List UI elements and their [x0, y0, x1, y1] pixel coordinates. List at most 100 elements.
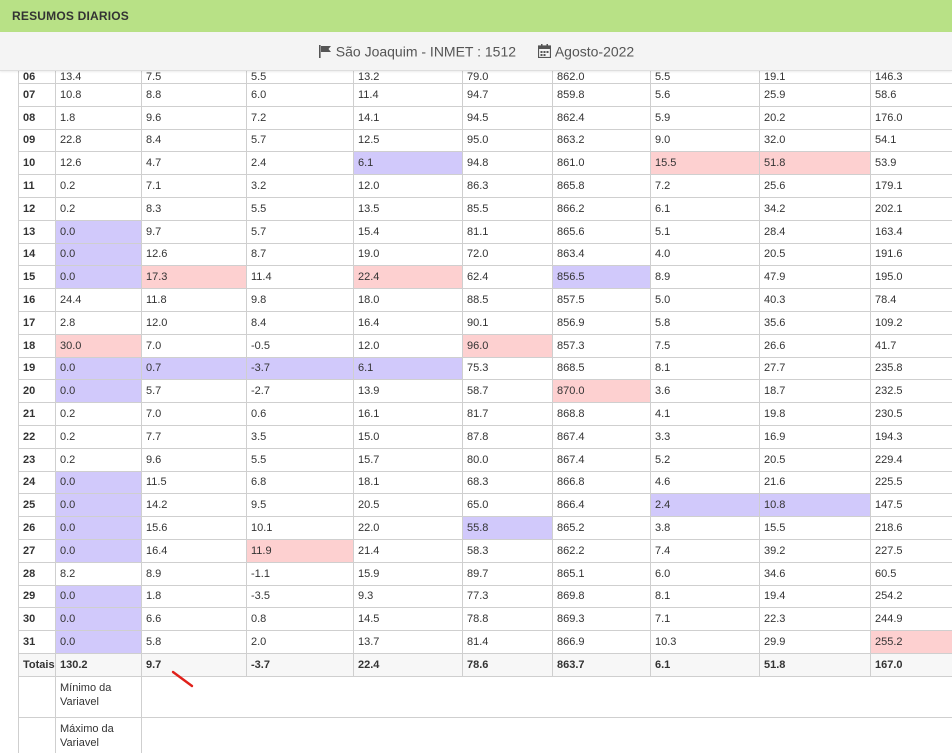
table-cell: 2.4	[650, 493, 760, 518]
table-cell: 869.8	[552, 584, 651, 609]
day-cell: 15	[18, 265, 56, 290]
day-cell: 26	[18, 516, 56, 540]
table-cell: 40.3	[759, 288, 871, 312]
day-cell: 21	[18, 402, 56, 426]
table-row: 29 0.0 1.8 -3.5 9.3 77.3 869.8 8.1 19.4 254.2	[18, 584, 952, 609]
table-cell: 4.7	[141, 151, 247, 176]
table-cell: 10.8	[759, 493, 871, 518]
day-cell: 16	[18, 288, 56, 312]
table-row: 22 0.2 7.7 3.5 15.0 87.8 867.4 3.3 16.9 194.3	[18, 424, 952, 449]
table-cell: 5.6	[650, 83, 760, 107]
day-cell: 09	[18, 128, 56, 153]
table-cell: 81.4	[462, 630, 553, 654]
table-cell: 16.4	[353, 310, 463, 335]
table-cell: 191.6	[870, 242, 952, 267]
table-cell: 60.5	[870, 561, 952, 586]
table-cell: 0.0	[55, 242, 142, 267]
totals-cell: 51.8	[759, 652, 871, 677]
table-cell: 28.4	[759, 219, 871, 244]
table-cell: 12.0	[353, 333, 463, 358]
totals-cell: 167.0	[870, 652, 952, 677]
table-cell: 11.5	[141, 470, 247, 495]
legend-label: Máximo da Variavel	[55, 716, 142, 753]
table-row: 09 22.8 8.4 5.7 12.5 95.0 863.2 9.0 32.0 54.1	[18, 128, 952, 153]
legend-spacer	[141, 716, 952, 753]
table-cell: 18.7	[759, 379, 871, 404]
day-cell: 11	[18, 174, 56, 198]
table-cell: 2.8	[55, 310, 142, 335]
day-cell: 19	[18, 356, 56, 381]
table-cell: 96.0	[462, 333, 553, 358]
table-cell: 5.0	[650, 288, 760, 312]
day-cell: 27	[18, 538, 56, 563]
table-cell: 15.4	[353, 219, 463, 244]
table-cell: 862.2	[552, 538, 651, 563]
table-row: 20 0.0 5.7 -2.7 13.9 58.7 870.0 3.6 18.7 232.5	[18, 379, 952, 404]
table-cell: 19.0	[353, 242, 463, 267]
table-cell: 30.0	[55, 333, 142, 358]
calendar-icon	[537, 44, 551, 59]
station-header: São Joaquim - INMET : 1512 Agosto-2022	[0, 32, 952, 71]
table-row: 28 8.2 8.9 -1.1 15.9 89.7 865.1 6.0 34.6 60.5	[18, 561, 952, 586]
page-title: RESUMOS DIARIOS	[12, 9, 130, 23]
table-cell: 9.8	[246, 288, 354, 312]
table-cell: 202.1	[870, 196, 952, 221]
table-cell: 2.0	[246, 630, 354, 654]
table-row: 31 0.0 5.8 2.0 13.7 81.4 866.9 10.3 29.9 255.2	[18, 630, 952, 654]
table-cell: 0.0	[55, 356, 142, 381]
table-cell: 13.5	[353, 196, 463, 221]
table-cell: 34.2	[759, 196, 871, 221]
table-cell: 26.6	[759, 333, 871, 358]
table-cell: 147.5	[870, 493, 952, 518]
table-cell: 0.6	[246, 402, 354, 426]
table-cell: 0.0	[55, 379, 142, 404]
table-row: 27 0.0 16.4 11.9 21.4 58.3 862.2 7.4 39.2 227.5	[18, 538, 952, 563]
table-row: 11 0.2 7.1 3.2 12.0 86.3 865.8 7.2 25.6 179.1	[18, 174, 952, 198]
table-cell: 244.9	[870, 607, 952, 632]
table-cell: 7.2	[246, 105, 354, 130]
table-cell: 16.9	[759, 424, 871, 449]
table-cell: 10.8	[55, 83, 142, 107]
flag-icon	[318, 44, 331, 58]
table-cell: 0.0	[55, 630, 142, 654]
table-cell: 78.4	[870, 288, 952, 312]
table-cell: -0.5	[246, 333, 354, 358]
table-cell: 3.8	[650, 516, 760, 540]
table-cell: 81.7	[462, 402, 553, 426]
table-cell: 7.1	[650, 607, 760, 632]
table-row: 26 0.0 15.6 10.1 22.0 55.8 865.2 3.8 15.5 218.6	[18, 516, 952, 540]
table-cell: 857.5	[552, 288, 651, 312]
legend-spacer	[141, 675, 952, 718]
table-cell: 8.7	[246, 242, 354, 267]
table-row: 23 0.2 9.6 5.5 15.7 80.0 867.4 5.2 20.5 229.4	[18, 447, 952, 472]
table-cell: 0.2	[55, 402, 142, 426]
table-cell: 65.0	[462, 493, 553, 518]
table-cell: 0.0	[55, 470, 142, 495]
table-cell: 7.1	[141, 174, 247, 198]
table-cell: 13.9	[353, 379, 463, 404]
table-cell: 25.6	[759, 174, 871, 198]
table-cell: 53.9	[870, 151, 952, 176]
table-cell: 7.4	[650, 538, 760, 563]
table-cell: 14.2	[141, 493, 247, 518]
totals-cell: 6.1	[650, 652, 760, 677]
red-pen-mark	[171, 670, 194, 688]
table-cell: 58.7	[462, 379, 553, 404]
table-cell: 8.9	[141, 561, 247, 586]
table-cell: 8.2	[55, 561, 142, 586]
table-cell: 865.6	[552, 219, 651, 244]
table-cell: 20.5	[353, 493, 463, 518]
table-cell: 19.4	[759, 584, 871, 609]
table-cell: 7.0	[141, 333, 247, 358]
table-row: 25 0.0 14.2 9.5 20.5 65.0 866.4 2.4 10.8 147.5	[18, 493, 952, 518]
table-cell: 9.6	[141, 105, 247, 130]
table-cell: 109.2	[870, 310, 952, 335]
day-cell: 07	[18, 83, 56, 107]
table-cell: 18.1	[353, 470, 463, 495]
table-row: 08 1.8 9.6 7.2 14.1 94.5 862.4 5.9 20.2 176.0	[18, 105, 952, 130]
table-cell: 863.2	[552, 128, 651, 153]
daily-summary-table-container[interactable]: 06 13.4 7.5 5.5 13.2 79.0 862.0 5.5 19.1…	[18, 60, 952, 753]
table-cell: 230.5	[870, 402, 952, 426]
table-cell: 861.0	[552, 151, 651, 176]
table-cell: 58.3	[462, 538, 553, 563]
